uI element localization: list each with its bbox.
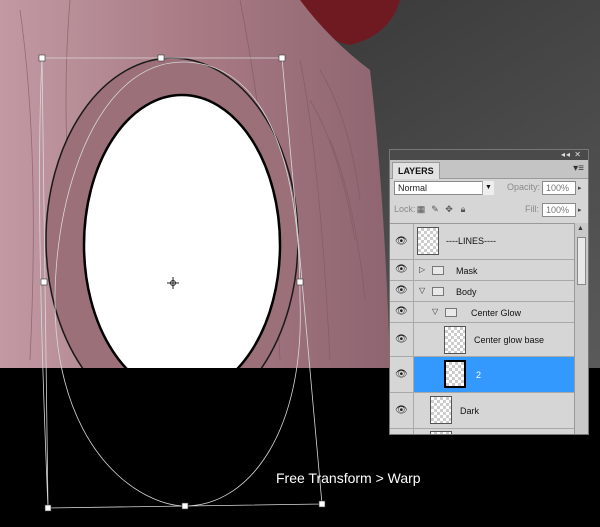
fill-input[interactable]: 100% [542,203,576,217]
layer-thumbnail [444,360,466,388]
warp-handle[interactable] [296,278,304,286]
fill-label: Fill: [525,204,539,214]
fill-arrow-icon[interactable]: ▸ [578,206,582,214]
layer-name: Body [456,287,477,297]
chevron-down-icon[interactable]: ▼ [482,181,494,195]
folder-icon [432,287,444,296]
panel-title-bar[interactable]: ◂◂ ✕ [390,150,588,160]
layer-name: Mask [456,266,478,276]
lock-label: Lock: [394,204,416,214]
layer-row-2[interactable]: 👁︎ 2 [390,357,574,393]
eye-white [82,93,282,368]
eye-icon[interactable]: 👁︎ [395,406,408,416]
blend-mode-value: Normal [398,183,428,193]
layer-row-mask[interactable]: 👁︎ ▷ Mask [390,260,574,281]
layer-thumbnail [444,326,466,354]
layer-row-partial[interactable] [390,429,574,434]
layer-row-center-glow[interactable]: 👁︎ ▽ Center Glow [390,302,574,323]
layer-list-scrollbar[interactable]: ▲ [574,223,588,434]
move-lock-icon[interactable]: ✥ [444,204,454,214]
step-caption: Free Transform > Warp [276,470,421,486]
eye-icon[interactable]: 👁︎ [395,370,408,380]
eye-icon[interactable]: 👁︎ [395,286,408,296]
layer-thumbnail [430,396,452,424]
layers-panel[interactable]: ◂◂ ✕ LAYERS ▾≡ Normal ▼ Opacity: 100% ▸ … [389,149,589,435]
collapse-arrow-icon[interactable]: ▽ [419,286,425,295]
eye-icon[interactable]: 👁︎ [395,265,408,275]
eye-icon[interactable]: 👁︎ [395,237,408,247]
warp-handle[interactable] [44,504,52,512]
warp-handle[interactable] [40,278,48,286]
layer-name: 2 [476,370,482,380]
warp-handle[interactable] [181,502,189,510]
layer-row-lines[interactable]: 👁︎ ----LINES---- [390,224,574,260]
tab-layers[interactable]: LAYERS [392,162,440,179]
eye-icon[interactable]: 👁︎ [395,307,408,317]
layer-list: 👁︎ ----LINES---- 👁︎ ▷ Mask 👁︎ ▽ Body 👁︎ … [390,223,574,434]
folder-icon [445,308,457,317]
panel-tab-row: LAYERS ▾≡ [390,160,588,179]
folder-icon [432,266,444,275]
scroll-thumb[interactable] [577,237,586,285]
warp-handle[interactable] [38,54,46,62]
warp-handle[interactable] [318,500,326,508]
opacity-label: Opacity: [507,182,541,192]
layer-name: Center glow base [474,335,545,345]
padlock-icon[interactable]: 🔒︎ [458,204,468,214]
warp-handle[interactable] [278,54,286,62]
layer-row-center-glow-base[interactable]: 👁︎ Center glow base [390,323,574,357]
layer-thumbnail [417,227,439,255]
layer-row-dark[interactable]: 👁︎ Dark [390,393,574,429]
layer-name: ----LINES---- [446,236,496,246]
layer-thumbnail [430,431,452,434]
collapse-arrow-icon[interactable]: ▽ [432,307,438,316]
scroll-up-icon[interactable]: ▲ [577,225,584,232]
panel-menu-icon[interactable]: ▾≡ [573,163,584,174]
expand-arrow-icon[interactable]: ▷ [419,265,425,274]
opacity-input[interactable]: 100% [542,181,576,195]
blend-opacity-row: Normal ▼ Opacity: 100% ▸ [394,181,584,195]
layer-row-body[interactable]: 👁︎ ▽ Body [390,281,574,302]
lock-fill-row: Lock: ▦ ✎ ✥ 🔒︎ Fill: 100% ▸ [394,203,584,217]
blend-mode-select[interactable]: Normal [394,181,494,195]
transparency-lock-icon[interactable]: ▦ [416,204,426,214]
warp-handle[interactable] [157,54,165,62]
opacity-arrow-icon[interactable]: ▸ [578,184,582,192]
layer-name: Center Glow [471,308,522,318]
collapse-close-icon[interactable]: ◂◂ ✕ [561,150,582,160]
brush-lock-icon[interactable]: ✎ [430,204,440,214]
eye-icon[interactable]: 👁︎ [395,335,408,345]
layer-name: Dark [460,406,480,416]
